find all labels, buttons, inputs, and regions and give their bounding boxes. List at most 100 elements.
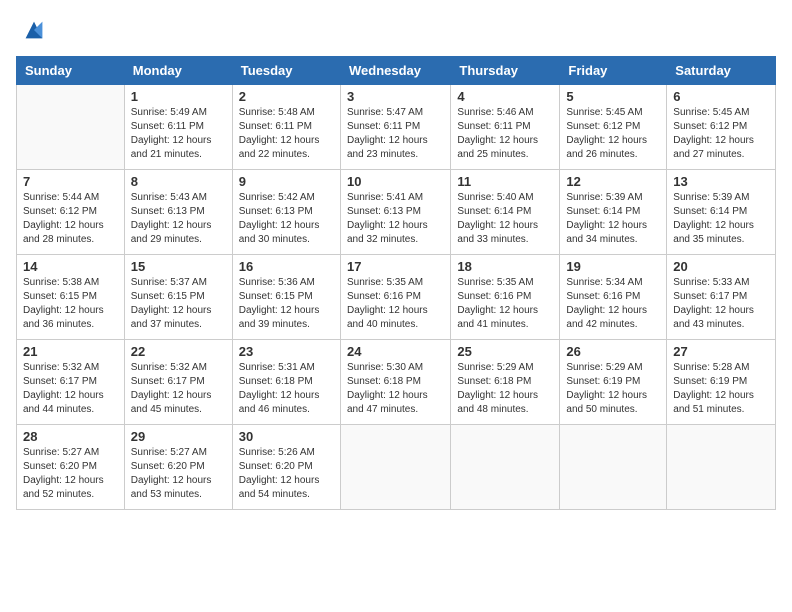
column-header-thursday: Thursday — [451, 57, 560, 85]
column-header-saturday: Saturday — [667, 57, 776, 85]
calendar-cell: 5Sunrise: 5:45 AMSunset: 6:12 PMDaylight… — [560, 85, 667, 170]
day-number: 6 — [673, 89, 769, 104]
day-number: 27 — [673, 344, 769, 359]
day-info: Sunrise: 5:36 AMSunset: 6:15 PMDaylight:… — [239, 276, 334, 332]
day-info: Sunrise: 5:30 AMSunset: 6:18 PMDaylight:… — [347, 361, 444, 417]
calendar-header: SundayMondayTuesdayWednesdayThursdayFrid… — [17, 57, 776, 85]
day-info: Sunrise: 5:39 AMSunset: 6:14 PMDaylight:… — [566, 191, 660, 247]
day-number: 22 — [131, 344, 226, 359]
calendar-cell — [560, 425, 667, 510]
day-number: 3 — [347, 89, 444, 104]
calendar-cell: 28 Sunrise: 5:27 AMSunset: 6:20 PMDayligh… — [17, 425, 125, 510]
day-info: Sunrise: 5:32 AMSunset: 6:17 PMDaylight:… — [23, 361, 118, 417]
day-number: 12 — [566, 174, 660, 189]
day-info: Sunrise: 5:38 AMSunset: 6:15 PMDaylight:… — [23, 276, 118, 332]
day-info: Sunrise: 5:34 AMSunset: 6:16 PMDaylight:… — [566, 276, 660, 332]
calendar-cell: 8 Sunrise: 5:43 AMSunset: 6:13 PMDaylight… — [124, 170, 232, 255]
day-info: Sunrise: 5:47 AMSunset: 6:11 PMDaylight:… — [347, 106, 444, 162]
day-info: Sunrise: 5:37 AMSunset: 6:15 PMDaylight:… — [131, 276, 226, 332]
day-number: 18 — [457, 259, 553, 274]
day-info: Sunrise: 5:29 AMSunset: 6:19 PMDaylight:… — [566, 361, 660, 417]
day-number: 4 — [457, 89, 553, 104]
day-number: 28 — [23, 429, 118, 444]
calendar-cell: 25Sunrise: 5:29 AMSunset: 6:18 PMDayligh… — [451, 340, 560, 425]
day-number: 5 — [566, 89, 660, 104]
calendar-cell: 26 Sunrise: 5:29 AMSunset: 6:19 PMDayligh… — [560, 340, 667, 425]
calendar-table: SundayMondayTuesdayWednesdayThursdayFrid… — [16, 56, 776, 510]
calendar-cell: 7Sunrise: 5:44 AMSunset: 6:12 PMDaylight… — [17, 170, 125, 255]
calendar-cell: 17Sunrise: 5:35 AMSunset: 6:16 PMDayligh… — [340, 255, 450, 340]
day-number: 11 — [457, 174, 553, 189]
day-info: Sunrise: 5:46 AMSunset: 6:11 PMDaylight:… — [457, 106, 553, 162]
column-header-sunday: Sunday — [17, 57, 125, 85]
calendar-cell — [667, 425, 776, 510]
day-info: Sunrise: 5:43 AMSunset: 6:13 PMDaylight:… — [131, 191, 226, 247]
day-number: 8 — [131, 174, 226, 189]
calendar-cell: 27 Sunrise: 5:28 AMSunset: 6:19 PMDayligh… — [667, 340, 776, 425]
calendar-cell: 16 Sunrise: 5:36 AMSunset: 6:15 PMDayligh… — [232, 255, 340, 340]
calendar-cell: 30 Sunrise: 5:26 AMSunset: 6:20 PMDayligh… — [232, 425, 340, 510]
header-row: SundayMondayTuesdayWednesdayThursdayFrid… — [17, 57, 776, 85]
day-info: Sunrise: 5:45 AMSunset: 6:12 PMDaylight:… — [673, 106, 769, 162]
day-number: 21 — [23, 344, 118, 359]
calendar-cell: 6 Sunrise: 5:45 AMSunset: 6:12 PMDaylight… — [667, 85, 776, 170]
week-row-4: 28 Sunrise: 5:27 AMSunset: 6:20 PMDayligh… — [17, 425, 776, 510]
calendar-cell: 14 Sunrise: 5:38 AMSunset: 6:15 PMDayligh… — [17, 255, 125, 340]
calendar-cell: 20 Sunrise: 5:33 AMSunset: 6:17 PMDayligh… — [667, 255, 776, 340]
day-number: 1 — [131, 89, 226, 104]
calendar-cell: 13 Sunrise: 5:39 AMSunset: 6:14 PMDayligh… — [667, 170, 776, 255]
day-info: Sunrise: 5:28 AMSunset: 6:19 PMDaylight:… — [673, 361, 769, 417]
day-number: 10 — [347, 174, 444, 189]
day-info: Sunrise: 5:27 AMSunset: 6:20 PMDaylight:… — [23, 446, 118, 502]
day-info: Sunrise: 5:49 AMSunset: 6:11 PMDaylight:… — [131, 106, 226, 162]
column-header-friday: Friday — [560, 57, 667, 85]
day-info: Sunrise: 5:42 AMSunset: 6:13 PMDaylight:… — [239, 191, 334, 247]
calendar-cell — [17, 85, 125, 170]
day-number: 26 — [566, 344, 660, 359]
day-info: Sunrise: 5:29 AMSunset: 6:18 PMDaylight:… — [457, 361, 553, 417]
day-number: 17 — [347, 259, 444, 274]
day-number: 30 — [239, 429, 334, 444]
week-row-0: 1 Sunrise: 5:49 AMSunset: 6:11 PMDaylight… — [17, 85, 776, 170]
week-row-3: 21 Sunrise: 5:32 AMSunset: 6:17 PMDayligh… — [17, 340, 776, 425]
day-info: Sunrise: 5:40 AMSunset: 6:14 PMDaylight:… — [457, 191, 553, 247]
day-number: 9 — [239, 174, 334, 189]
day-number: 2 — [239, 89, 334, 104]
day-number: 19 — [566, 259, 660, 274]
calendar-body: 1 Sunrise: 5:49 AMSunset: 6:11 PMDaylight… — [17, 85, 776, 510]
day-info: Sunrise: 5:48 AMSunset: 6:11 PMDaylight:… — [239, 106, 334, 162]
calendar-cell — [451, 425, 560, 510]
day-info: Sunrise: 5:39 AMSunset: 6:14 PMDaylight:… — [673, 191, 769, 247]
calendar-cell: 12 Sunrise: 5:39 AMSunset: 6:14 PMDayligh… — [560, 170, 667, 255]
day-number: 20 — [673, 259, 769, 274]
week-row-1: 7Sunrise: 5:44 AMSunset: 6:12 PMDaylight… — [17, 170, 776, 255]
day-number: 16 — [239, 259, 334, 274]
calendar-cell: 4 Sunrise: 5:46 AMSunset: 6:11 PMDaylight… — [451, 85, 560, 170]
day-number: 15 — [131, 259, 226, 274]
calendar-cell: 23 Sunrise: 5:31 AMSunset: 6:18 PMDayligh… — [232, 340, 340, 425]
page-header — [16, 16, 776, 44]
day-number: 23 — [239, 344, 334, 359]
calendar-cell: 10 Sunrise: 5:41 AMSunset: 6:13 PMDayligh… — [340, 170, 450, 255]
logo — [16, 16, 48, 44]
calendar-cell: 11 Sunrise: 5:40 AMSunset: 6:14 PMDayligh… — [451, 170, 560, 255]
column-header-wednesday: Wednesday — [340, 57, 450, 85]
day-info: Sunrise: 5:32 AMSunset: 6:17 PMDaylight:… — [131, 361, 226, 417]
day-info: Sunrise: 5:31 AMSunset: 6:18 PMDaylight:… — [239, 361, 334, 417]
week-row-2: 14 Sunrise: 5:38 AMSunset: 6:15 PMDayligh… — [17, 255, 776, 340]
day-info: Sunrise: 5:41 AMSunset: 6:13 PMDaylight:… — [347, 191, 444, 247]
calendar-cell: 21 Sunrise: 5:32 AMSunset: 6:17 PMDayligh… — [17, 340, 125, 425]
column-header-monday: Monday — [124, 57, 232, 85]
calendar-cell — [340, 425, 450, 510]
calendar-cell: 22 Sunrise: 5:32 AMSunset: 6:17 PMDayligh… — [124, 340, 232, 425]
calendar-cell: 29Sunrise: 5:27 AMSunset: 6:20 PMDayligh… — [124, 425, 232, 510]
column-header-tuesday: Tuesday — [232, 57, 340, 85]
calendar-cell: 1 Sunrise: 5:49 AMSunset: 6:11 PMDaylight… — [124, 85, 232, 170]
calendar-cell: 2 Sunrise: 5:48 AMSunset: 6:11 PMDaylight… — [232, 85, 340, 170]
day-info: Sunrise: 5:27 AMSunset: 6:20 PMDaylight:… — [131, 446, 226, 502]
day-info: Sunrise: 5:33 AMSunset: 6:17 PMDaylight:… — [673, 276, 769, 332]
day-number: 13 — [673, 174, 769, 189]
day-number: 24 — [347, 344, 444, 359]
day-info: Sunrise: 5:26 AMSunset: 6:20 PMDaylight:… — [239, 446, 334, 502]
day-number: 14 — [23, 259, 118, 274]
